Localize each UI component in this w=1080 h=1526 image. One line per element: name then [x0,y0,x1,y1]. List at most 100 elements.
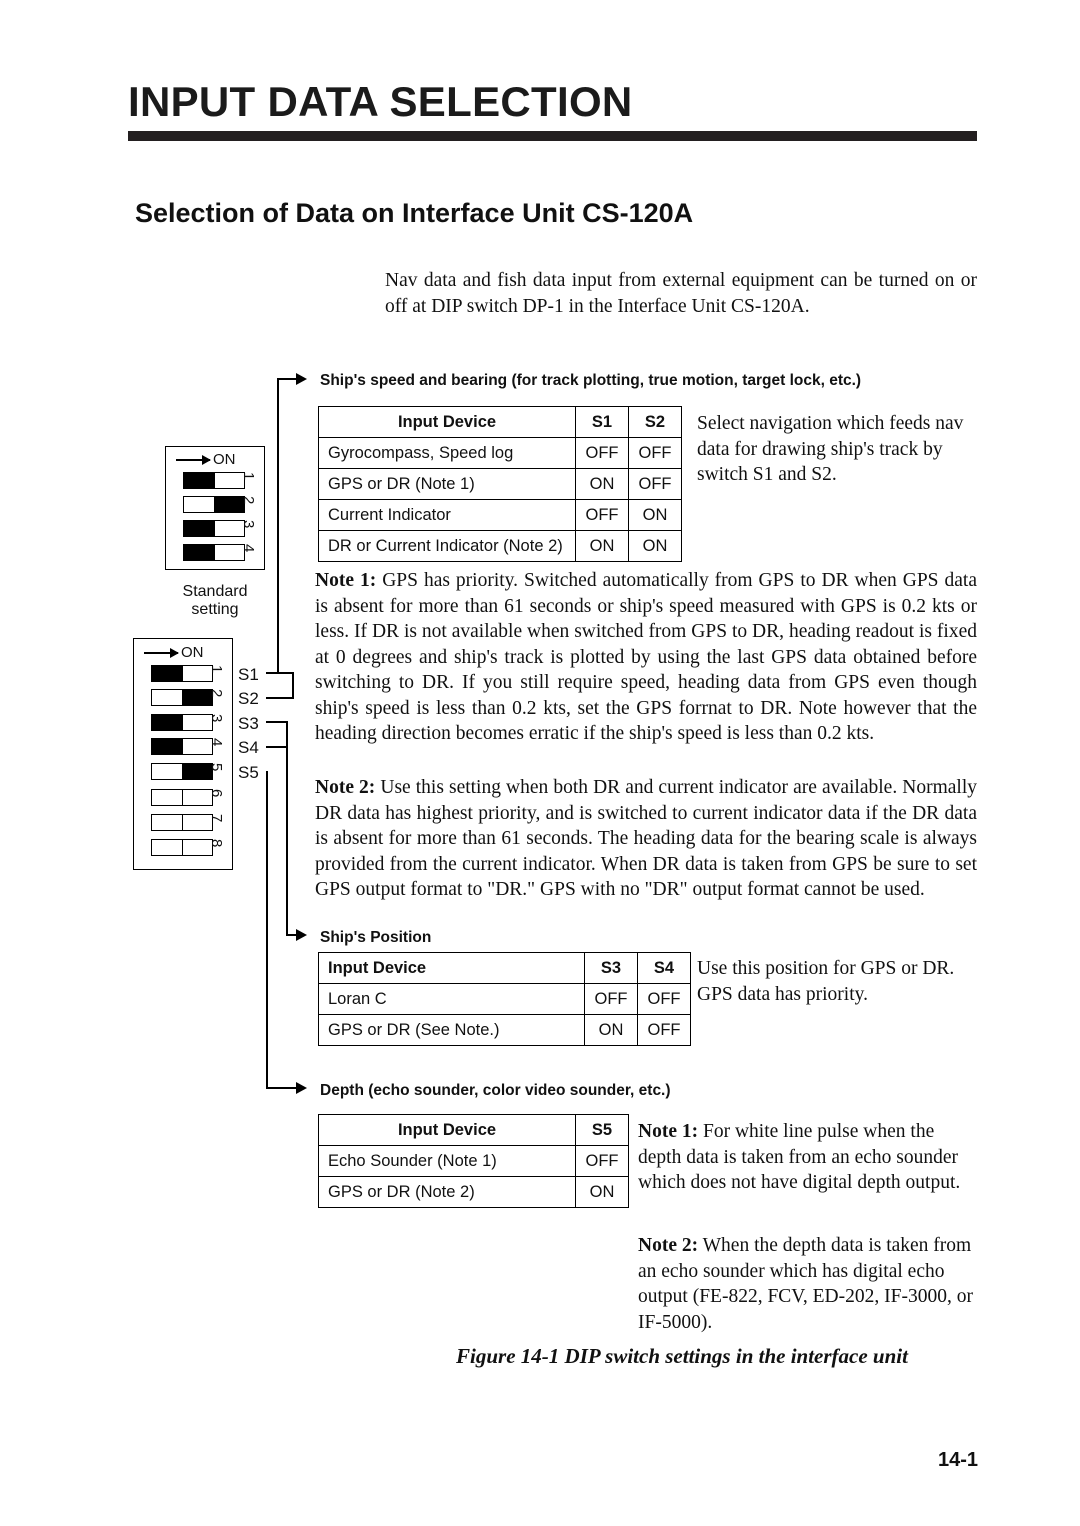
header-s3: S3 [584,952,638,984]
intro-paragraph: Nav data and fish data input from extern… [385,270,977,317]
cell-device: Gyrocompass, Speed log [318,437,576,469]
cell-s2: OFF [628,437,682,469]
cell-s1: OFF [575,499,629,531]
dip-main-toggle-8[interactable] [151,839,213,856]
cell-device: DR or Current Indicator (Note 2) [318,530,576,562]
page-title: INPUT DATA SELECTION [128,78,633,125]
connector-s1s2-bridge [277,672,294,674]
dip-standard-number-3: 3 [240,520,257,529]
toggle-half-left [152,715,183,730]
figure-caption: Figure 14-1 DIP switch settings in the i… [456,1344,908,1368]
note-2-text: Use this setting when both DR and curren… [315,777,977,900]
cell-s2: ON [628,530,682,562]
header-s4: S4 [637,952,691,984]
table-row: Echo Sounder (Note 1) OFF [318,1145,629,1177]
cell-device: Echo Sounder (Note 1) [318,1145,576,1177]
group-label-speed: Ship's speed and bearing (for track plot… [320,372,862,389]
connector-s1s2-bracket [292,672,294,698]
header-s2: S2 [628,406,682,438]
section-title: Selection of Data on Interface Unit CS-1… [135,198,694,228]
dip-main-toggle-1[interactable] [151,665,213,682]
cell-device: GPS or DR (Note 2) [318,1176,576,1208]
connector-s2-horizontal [266,697,294,699]
note-1-label: Note 1: [315,570,377,591]
dip-standard-number-4: 4 [240,544,257,553]
table-depth: Input Device S5 Echo Sounder (Note 1) OF… [318,1114,629,1208]
connector-s3-horizontal [266,721,288,723]
table-row: GPS or DR (Note 1) ON OFF [318,468,682,500]
connector-position-arrowhead-icon [296,928,307,941]
header-input-device: Input Device [318,952,585,984]
dip-main-toggle-3[interactable] [151,714,213,731]
note-1-text: GPS has priority. Switched automatically… [315,570,977,744]
cell-s1: ON [575,530,629,562]
cell-s2: OFF [628,468,682,500]
note-2-paragraph: Note 2: Use this setting when both DR an… [315,775,977,903]
dip-main-number-2: 2 [208,689,225,698]
table-header-row: Input Device S1 S2 [318,406,682,438]
title-divider [128,131,977,141]
dip-main-label-s4: S4 [238,738,259,757]
connector-depth-arrowhead-icon [296,1081,307,1094]
dip-standard-toggle-1[interactable] [183,472,245,489]
dip-main-label-s5: S5 [238,763,259,782]
side-text-position: Use this position for GPS or DR. GPS dat… [697,958,955,1005]
dip-standard-toggle-2[interactable] [183,496,245,513]
dip-main-number-7: 7 [208,814,225,823]
depth-note-1-label: Note 1: [638,1121,699,1142]
dip-main-number-1: 1 [208,665,225,674]
cell-device: GPS or DR (Note 1) [318,468,576,500]
header-s5: S5 [575,1114,629,1146]
dip-main-number-3: 3 [208,714,225,723]
toggle-half-left [184,473,215,488]
toggle-half-left [184,497,215,512]
dip-main-label-s3: S3 [238,714,259,733]
cell-s4: OFF [637,1014,691,1046]
cell-device: Loran C [318,983,585,1015]
cell-device: Current Indicator [318,499,576,531]
cell-s1: ON [575,468,629,500]
table-row: GPS or DR (Note 2) ON [318,1176,629,1208]
dip-standard-toggle-4[interactable] [183,544,245,561]
dip-main-toggle-5[interactable] [151,763,213,780]
table-header-row: Input Device S3 S4 [318,952,691,984]
table-row: Loran C OFF OFF [318,983,691,1015]
table-ship-position: Input Device S3 S4 Loran C OFF OFF GPS o… [318,952,691,1046]
connector-speed-arm [277,378,298,380]
table-header-row: Input Device S5 [318,1114,629,1146]
connector-position-dropper [286,721,288,935]
side-text-speed: Select navigation which feeds nav data f… [697,413,964,485]
cell-s1: OFF [575,437,629,469]
cell-s3: OFF [584,983,638,1015]
table-row: Current Indicator OFF ON [318,499,682,531]
dip-standard-on-indicator: ON [176,452,236,467]
cell-s5: ON [575,1176,629,1208]
header-s1: S1 [575,406,629,438]
note-2-label: Note 2: [315,777,376,798]
dip-main-number-5: 5 [208,763,225,772]
dip-standard-toggle-3[interactable] [183,520,245,537]
header-input-device: Input Device [318,406,576,438]
table-row: Gyrocompass, Speed log OFF OFF [318,437,682,469]
toggle-half-left [152,840,183,855]
connector-speed-arrowhead-icon [296,372,307,385]
cell-device: GPS or DR (See Note.) [318,1014,585,1046]
table-ship-speed-bearing: Input Device S1 S2 Gyrocompass, Speed lo… [318,406,682,562]
dip-main-toggle-4[interactable] [151,738,213,755]
dip-main-toggle-7[interactable] [151,814,213,831]
dip-main-number-8: 8 [208,839,225,848]
cell-s2: ON [628,499,682,531]
dip-main-number-4: 4 [208,738,225,747]
note-1-paragraph: Note 1: GPS has priority. Switched autom… [315,568,977,747]
on-direction-arrow-icon [176,454,211,465]
dip-standard-on-label: ON [213,451,236,468]
dip-main-toggle-6[interactable] [151,789,213,806]
standard-setting-caption-line1: Standard [182,583,248,600]
header-input-device: Input Device [318,1114,576,1146]
table-row: DR or Current Indicator (Note 2) ON ON [318,530,682,562]
dip-main-on-label: ON [181,644,204,661]
standard-setting-caption-line2: setting [191,601,239,618]
side-note-1-depth: Note 1: For white line pulse when the de… [638,1119,978,1196]
dip-main-toggle-2[interactable] [151,689,213,706]
dip-main-label-s1: S1 [238,665,259,684]
